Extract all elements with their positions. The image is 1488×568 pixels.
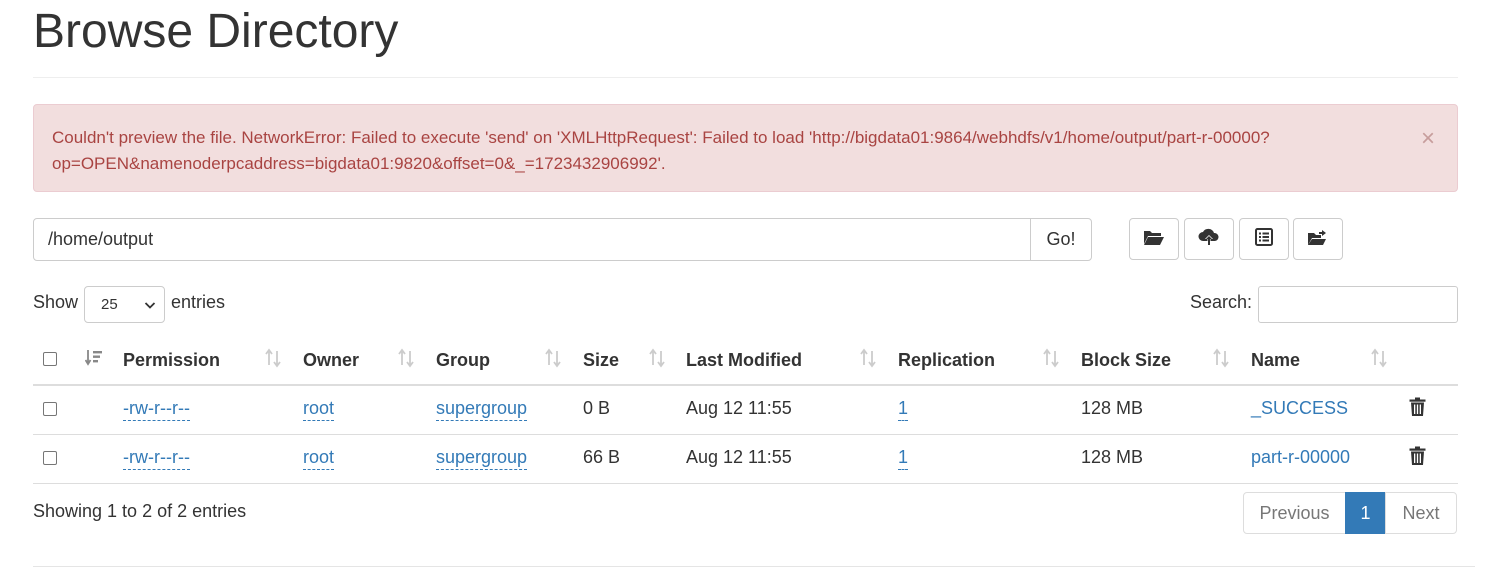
next-page-button[interactable]: Next [1385, 492, 1457, 534]
permission-cell[interactable]: -rw-r--r-- [123, 398, 190, 421]
owner-cell[interactable]: root [303, 447, 335, 470]
row-checkbox[interactable] [43, 451, 57, 465]
alert-close-button[interactable]: × [1421, 127, 1435, 151]
last-modified-cell: Aug 12 11:55 [686, 398, 792, 418]
create-directory-button[interactable] [1129, 218, 1179, 260]
cut-paste-button[interactable] [1239, 218, 1289, 260]
pagination: Previous 1 Next [1243, 492, 1457, 534]
browse-directory-page: Browse Directory Couldn't preview the fi… [0, 0, 1488, 568]
column-header-owner[interactable]: Owner [303, 350, 359, 371]
sort-both-icon[interactable] [545, 348, 561, 373]
select-all-checkbox[interactable] [43, 352, 57, 366]
folder-move-icon [1307, 228, 1329, 251]
sort-both-icon[interactable] [860, 348, 876, 373]
search-input[interactable] [1258, 286, 1458, 323]
trash-icon[interactable] [1409, 397, 1426, 422]
page-title: Browse Directory [33, 5, 399, 58]
sort-both-icon[interactable] [265, 348, 281, 373]
sort-both-icon[interactable] [398, 348, 414, 373]
directory-path-input[interactable] [33, 218, 1031, 261]
column-header-block-size[interactable]: Block Size [1081, 350, 1171, 371]
title-divider [33, 77, 1458, 78]
previous-page-button[interactable]: Previous [1243, 492, 1346, 534]
permission-cell[interactable]: -rw-r--r-- [123, 447, 190, 470]
replication-cell[interactable]: 1 [898, 398, 909, 421]
file-name-link[interactable]: part-r-00000 [1251, 447, 1350, 468]
trash-icon[interactable] [1409, 446, 1426, 471]
block-size-cell: 128 MB [1081, 398, 1144, 418]
sort-both-icon[interactable] [1043, 348, 1059, 373]
entries-label: entries [171, 292, 226, 312]
alert-message: Couldn't preview the file. NetworkError:… [52, 128, 1270, 173]
sort-desc-icon[interactable] [84, 348, 103, 373]
group-cell[interactable]: supergroup [436, 398, 528, 421]
column-header-size[interactable]: Size [583, 350, 619, 371]
column-header-permission[interactable]: Permission [123, 350, 220, 371]
folder-open-icon [1143, 228, 1165, 251]
group-cell[interactable]: supergroup [436, 447, 528, 470]
column-header-last-modified[interactable]: Last Modified [686, 350, 802, 371]
size-cell: 0 B [583, 398, 611, 418]
chevron-down-icon [144, 298, 156, 315]
table-info: Showing 1 to 2 of 2 entries [33, 501, 247, 521]
list-alt-icon [1255, 227, 1273, 251]
column-header-replication[interactable]: Replication [898, 350, 995, 371]
table-header-divider [33, 384, 1458, 386]
cloud-upload-icon [1198, 227, 1220, 252]
sort-both-icon[interactable] [1371, 348, 1387, 373]
footer-divider [33, 566, 1475, 567]
entries-per-page-select[interactable]: 25 [84, 286, 165, 323]
column-header-name[interactable]: Name [1251, 350, 1300, 371]
file-name-link[interactable]: _SUCCESS [1251, 398, 1348, 419]
search-label: Search: [1190, 292, 1253, 312]
go-button[interactable]: Go! [1030, 218, 1092, 261]
size-cell: 66 B [583, 447, 621, 467]
entries-selected-value: 25 [101, 296, 118, 313]
row-divider [33, 483, 1458, 484]
move-button[interactable] [1293, 218, 1343, 260]
owner-cell[interactable]: root [303, 398, 335, 421]
row-divider [33, 434, 1458, 435]
upload-file-button[interactable] [1184, 218, 1234, 260]
sort-both-icon[interactable] [1213, 348, 1229, 373]
page-1-button[interactable]: 1 [1345, 492, 1386, 534]
show-label: Show [33, 292, 79, 312]
error-alert: Couldn't preview the file. NetworkError:… [33, 104, 1458, 192]
sort-both-icon[interactable] [649, 348, 665, 373]
block-size-cell: 128 MB [1081, 447, 1144, 467]
row-checkbox[interactable] [43, 402, 57, 416]
last-modified-cell: Aug 12 11:55 [686, 447, 792, 467]
replication-cell[interactable]: 1 [898, 447, 909, 470]
column-header-group[interactable]: Group [436, 350, 490, 371]
